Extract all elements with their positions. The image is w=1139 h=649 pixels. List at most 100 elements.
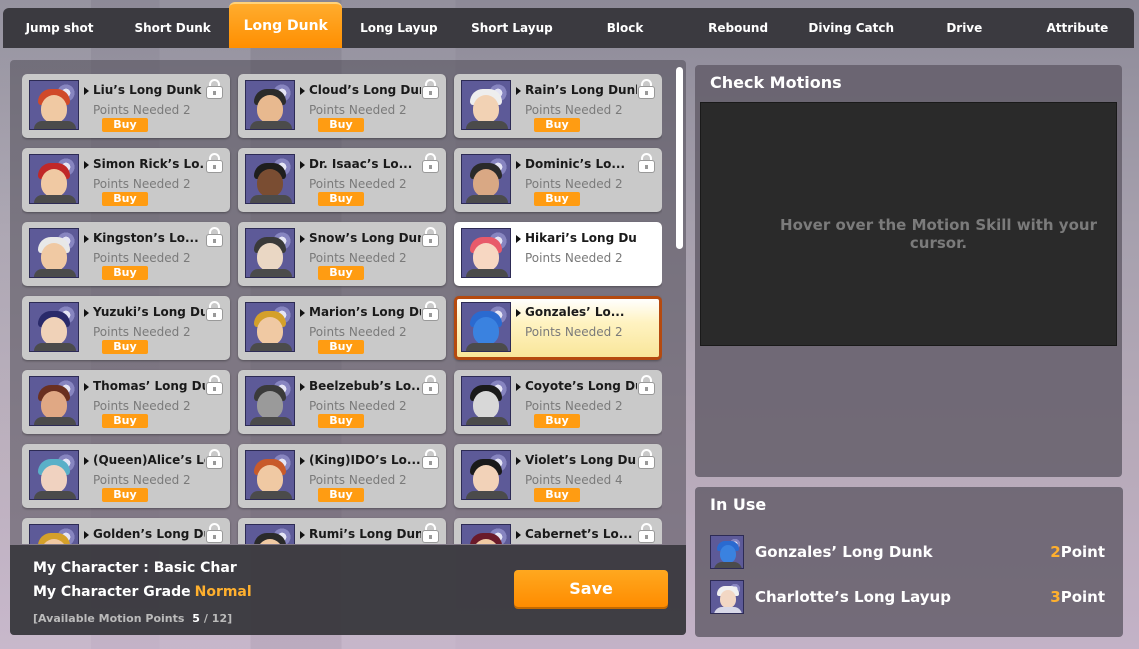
save-button[interactable]: Save (514, 570, 668, 607)
category-tab-bar: Jump shot Short Dunk Long Dunk Long Layu… (3, 2, 1134, 48)
points-needed: Points Needed 2 (93, 325, 191, 339)
expand-arrow-icon[interactable] (300, 383, 305, 391)
skill-card[interactable]: Cloud’s Long Dunk Points Needed 2Buy (238, 74, 446, 138)
skill-card[interactable]: Golden’s Long Dunk (22, 518, 230, 544)
expand-arrow-icon[interactable] (84, 235, 89, 243)
lock-icon (206, 449, 223, 469)
buy-button[interactable]: Buy (318, 118, 364, 132)
skill-name: Simon Rick’s Lo... (93, 157, 205, 171)
skill-card[interactable]: Hikari’s Long Dunk Points Needed 2 (454, 222, 662, 286)
expand-arrow-icon[interactable] (516, 531, 521, 539)
expand-arrow-icon[interactable] (300, 235, 305, 243)
expand-arrow-icon[interactable] (516, 235, 521, 243)
lock-icon (206, 227, 223, 247)
skill-card[interactable]: Gonzales’ Lo... Points Needed 2 (454, 296, 662, 360)
tab-drive[interactable]: Drive (908, 8, 1021, 48)
skill-name: (King)IDO’s Lo... (309, 453, 421, 467)
tab-diving-catch[interactable]: Diving Catch (795, 8, 908, 48)
skill-card[interactable]: Coyote’s Long Dunk Points Needed 2Buy (454, 370, 662, 434)
portrait-body (34, 491, 76, 499)
buy-button[interactable]: Buy (534, 414, 580, 428)
buy-button[interactable]: Buy (534, 192, 580, 206)
skill-name: Cabernet’s Lo... (525, 527, 633, 541)
expand-arrow-icon[interactable] (84, 309, 89, 317)
buy-button[interactable]: Buy (102, 414, 148, 428)
expand-arrow-icon[interactable] (84, 87, 89, 95)
points-separator: / (203, 612, 208, 625)
buy-button[interactable]: Buy (102, 118, 148, 132)
lock-icon (206, 301, 223, 321)
expand-arrow-icon[interactable] (84, 161, 89, 169)
buy-button[interactable]: Buy (102, 192, 148, 206)
tab-attribute[interactable]: Attribute (1021, 8, 1134, 48)
buy-button[interactable]: Buy (318, 414, 364, 428)
skill-name: Hikari’s Long Dunk (525, 231, 637, 245)
skill-card[interactable]: Liu’s Long Dunk Points Needed 2 Buy (22, 74, 230, 138)
buy-button[interactable]: Buy (318, 340, 364, 354)
expand-arrow-icon[interactable] (516, 161, 521, 169)
tab-block[interactable]: Block (568, 8, 681, 48)
expand-arrow-icon[interactable] (300, 457, 305, 465)
tab-jump-shot[interactable]: Jump shot (3, 8, 116, 48)
skill-card[interactable]: (King)IDO’s Lo... Points Needed 2 Buy (238, 444, 446, 508)
expand-arrow-icon[interactable] (516, 87, 521, 95)
expand-arrow-icon[interactable] (84, 457, 89, 465)
expand-arrow-icon[interactable] (516, 457, 521, 465)
tab-rebound[interactable]: Rebound (682, 8, 795, 48)
buy-button[interactable]: Buy (102, 340, 148, 354)
in-use-item[interactable]: Charlotte’s Long Layup 3Point (710, 580, 1105, 614)
portrait-face (257, 391, 283, 419)
skill-card[interactable]: Thomas’ Long Dunk Points Needed 2Buy (22, 370, 230, 434)
portrait-face (473, 465, 499, 493)
skill-grid[interactable]: Liu’s Long Dunk Points Needed 2 Buy Cloud’s… (22, 74, 662, 544)
points-needed: Points Needed 2 (309, 399, 407, 413)
expand-arrow-icon[interactable] (516, 383, 521, 391)
skill-card[interactable]: Dominic’s Lo... Points Needed 2 Buy (454, 148, 662, 212)
expand-arrow-icon[interactable] (300, 87, 305, 95)
skill-card[interactable]: Beelzebub’s Lo... Points Needed 2 Buy (238, 370, 446, 434)
buy-button[interactable]: Buy (534, 118, 580, 132)
motion-preview: Hover over the Motion Skill with your cu… (700, 102, 1117, 346)
my-character-label: My Character : Basic Char (33, 560, 237, 576)
expand-arrow-icon[interactable] (516, 309, 521, 317)
skill-card[interactable]: Yuzuki’s Long Dunk Points Needed 2Buy (22, 296, 230, 360)
expand-arrow-icon[interactable] (84, 531, 89, 539)
portrait-body (250, 343, 292, 351)
skill-card[interactable]: (Queen)Alice’s Lo... Points Needed 2Buy (22, 444, 230, 508)
skill-card[interactable]: Simon Rick’s Lo... Points Needed 2 Buy (22, 148, 230, 212)
expand-arrow-icon[interactable] (84, 383, 89, 391)
buy-button[interactable]: Buy (318, 192, 364, 206)
skill-card[interactable]: Rumi’s Long Dunk (238, 518, 446, 544)
tab-long-layup[interactable]: Long Layup (342, 8, 455, 48)
tab-short-layup[interactable]: Short Layup (455, 8, 568, 48)
character-portrait (461, 154, 511, 204)
expand-arrow-icon[interactable] (300, 531, 305, 539)
buy-button[interactable]: Buy (534, 488, 580, 502)
portrait-body (714, 562, 742, 568)
skill-card[interactable]: Marion’s Long Dunk Points Needed 2Buy (238, 296, 446, 360)
skill-list-scrollbar[interactable] (676, 67, 683, 249)
in-use-item[interactable]: Gonzales’ Long Dunk 2Point (710, 535, 1105, 569)
skill-card[interactable]: Kingston’s Lo... Points Needed 2 Buy (22, 222, 230, 286)
lock-icon (638, 375, 655, 395)
buy-button[interactable]: Buy (102, 266, 148, 280)
expand-arrow-icon[interactable] (300, 161, 305, 169)
buy-button[interactable]: Buy (318, 488, 364, 502)
buy-button[interactable]: Buy (318, 266, 364, 280)
skill-card[interactable]: Dr. Isaac’s Lo... Points Needed 2 Buy (238, 148, 446, 212)
skill-card[interactable]: Snow’s Long Dunk Points Needed 2Buy (238, 222, 446, 286)
points-needed: Points Needed 2 (93, 177, 191, 191)
character-grade: My Character Grade Normal (33, 584, 252, 600)
points-value: 3 (1050, 588, 1061, 606)
expand-arrow-icon[interactable] (300, 309, 305, 317)
skill-card[interactable]: Violet’s Long Dunk Points Needed 4Buy (454, 444, 662, 508)
character-portrait (461, 376, 511, 426)
tab-short-dunk[interactable]: Short Dunk (116, 8, 229, 48)
portrait-face (257, 243, 283, 271)
portrait-face (473, 243, 499, 271)
skill-card[interactable]: Cabernet’s Lo... (454, 518, 662, 544)
tab-long-dunk[interactable]: Long Dunk (229, 2, 343, 48)
buy-button[interactable]: Buy (102, 488, 148, 502)
portrait-body (466, 343, 508, 351)
skill-card[interactable]: Rain’s Long Dunk Points Needed 2 Buy (454, 74, 662, 138)
